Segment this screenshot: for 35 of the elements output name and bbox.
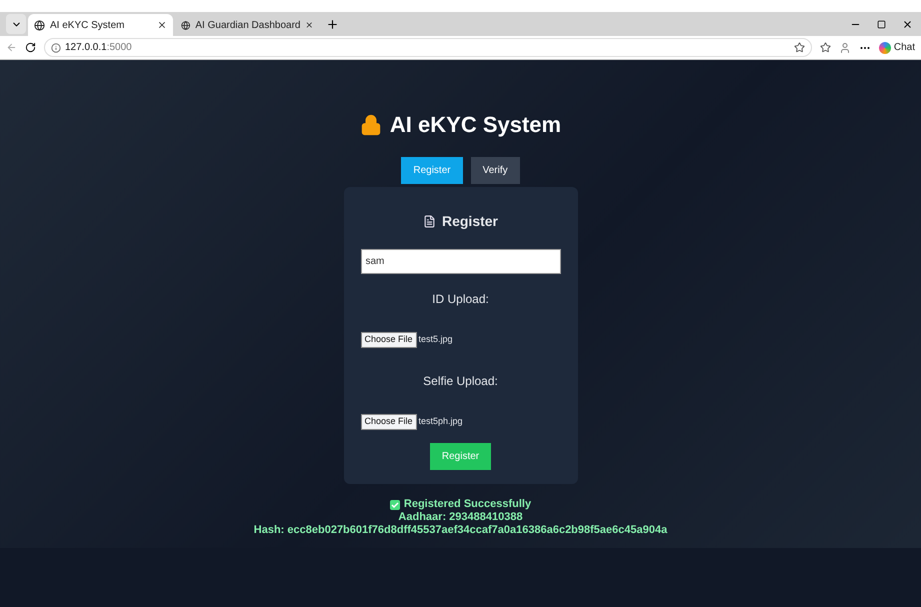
address-field[interactable]: 127.0.0.1:5000: [44, 38, 812, 57]
globe-icon: [34, 20, 45, 30]
globe-icon: [181, 20, 190, 30]
new-tab-icon[interactable]: [326, 18, 339, 31]
file-name: test5.jpg: [418, 333, 453, 346]
tab-list-button[interactable]: [6, 14, 26, 34]
check-icon: [390, 500, 400, 510]
maximize-icon[interactable]: [877, 20, 886, 29]
upload-label: Selfie Upload:: [423, 373, 498, 390]
tab[interactable]: Verify: [470, 157, 520, 184]
choose-file-button[interactable]: Choose File: [360, 332, 417, 348]
info-icon: [51, 42, 61, 52]
tab-title: AI Guardian Dashboard: [195, 18, 300, 32]
close-window-icon[interactable]: [902, 19, 913, 30]
reload-icon[interactable]: [25, 42, 36, 53]
file-name: test5ph.jpg: [418, 415, 463, 428]
copilot-logo-icon: [878, 42, 891, 54]
upload-label: ID Upload:: [432, 291, 489, 308]
tab-title: AI eKYC System: [50, 18, 126, 32]
favorites-icon[interactable]: [820, 42, 831, 53]
chat-button[interactable]: Chat: [878, 40, 915, 55]
close-icon[interactable]: [157, 20, 167, 30]
browser-tab[interactable]: AI eKYC System: [28, 14, 173, 36]
result-text: Registered Successfully: [404, 498, 532, 511]
name-field[interactable]: sam: [360, 249, 560, 274]
document-icon: [422, 215, 436, 228]
result-text: Hash: ecc8eb027b601f76d8dff45537aef34ccaf7a0a16386a6c2b98f5ae6c45a904a: [254, 524, 668, 537]
profile-icon[interactable]: [838, 42, 851, 54]
app-title: AI eKYC System: [390, 111, 562, 139]
form-heading: Register: [442, 212, 498, 231]
url-text: 127.0.0.1:5000: [65, 41, 132, 55]
choose-file-button[interactable]: Choose File: [360, 414, 417, 430]
result-text: Aadhaar: 293488410388: [398, 511, 523, 524]
favorite-icon[interactable]: [794, 42, 805, 53]
close-icon[interactable]: [305, 20, 314, 30]
